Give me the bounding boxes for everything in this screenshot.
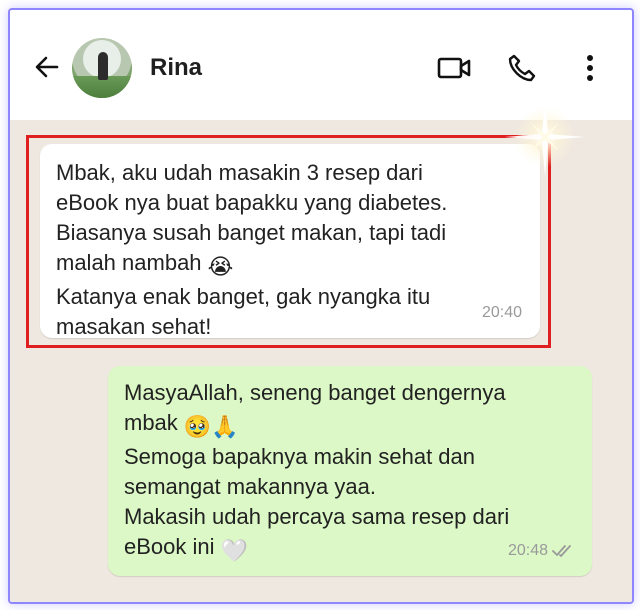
arrow-left-icon	[35, 56, 59, 78]
video-camera-icon	[437, 57, 471, 79]
video-call-button[interactable]	[436, 50, 472, 86]
message-timestamp: 20:48	[508, 536, 574, 566]
back-button[interactable]	[32, 52, 62, 82]
more-options-button[interactable]	[572, 50, 608, 86]
voice-call-button[interactable]	[504, 50, 540, 86]
white-heart-emoji: 🤍	[220, 538, 249, 563]
pleading-praying-emoji: 🥹🙏	[183, 414, 239, 439]
message-timestamp: 20:40	[481, 304, 522, 321]
chat-window: Rina Mbak, aku udah masakin 3 resep dari…	[8, 8, 634, 604]
contact-name[interactable]: Rina	[150, 54, 202, 82]
incoming-message[interactable]: Mbak, aku udah masakin 3 resep dari eBook…	[40, 144, 540, 339]
phone-icon	[508, 54, 536, 82]
outgoing-message[interactable]: MasyaAllah, seneng banget dengernya mbak …	[108, 366, 592, 576]
message-text: Mbak, aku udah masakin 3 resep dari eBook…	[56, 160, 448, 339]
chat-header: Rina	[10, 10, 632, 120]
crying-face-emoji: 😭	[207, 254, 234, 279]
double-check-icon	[552, 545, 571, 557]
more-vertical-icon	[587, 55, 593, 81]
avatar[interactable]	[72, 38, 132, 98]
